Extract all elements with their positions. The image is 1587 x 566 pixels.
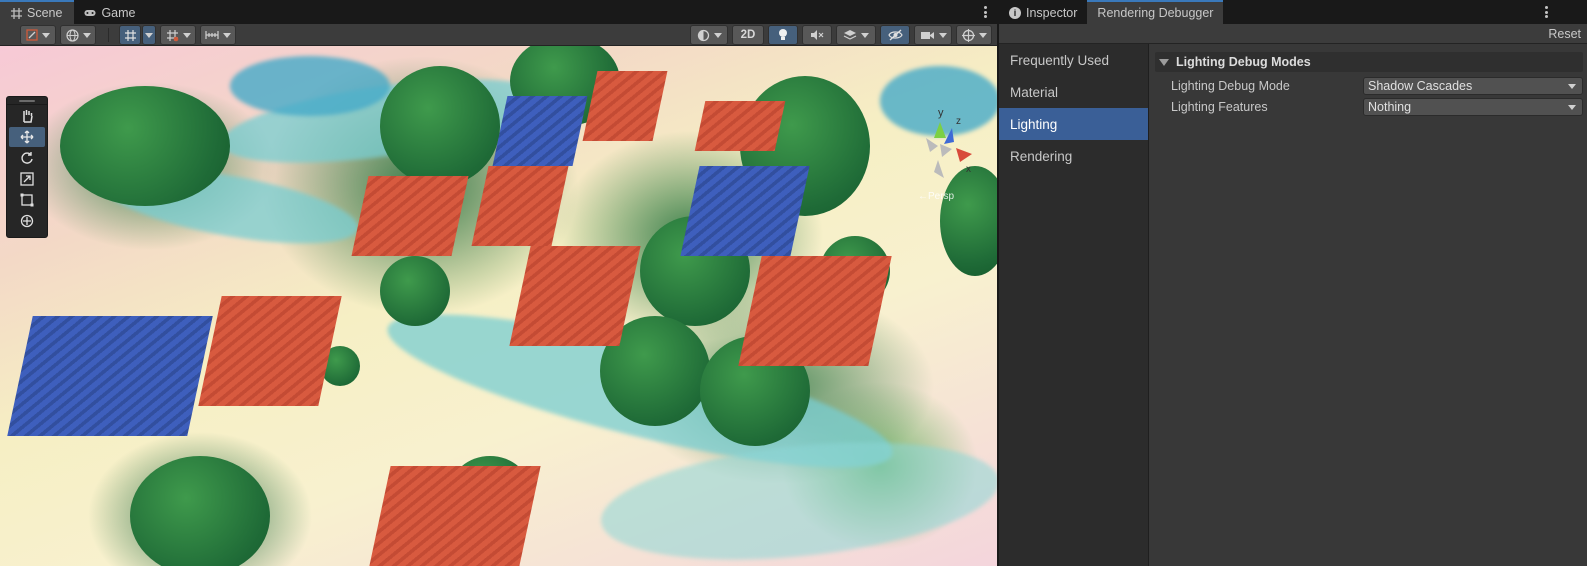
tool-handle-button[interactable] (20, 25, 56, 45)
increment-snap-button[interactable] (200, 25, 236, 45)
right-tabbar: i Inspector Rendering Debugger (999, 0, 1587, 24)
gizmo-y-label: y (938, 107, 944, 119)
gizmo-z-label: z (956, 116, 961, 127)
category-list: Frequently Used Material Lighting Render… (999, 44, 1149, 566)
pivot-icon (26, 29, 38, 41)
scene-tools-overlay (6, 96, 48, 238)
rotate-tool-icon[interactable] (9, 148, 45, 168)
tab-rendering-debugger-label: Rendering Debugger (1097, 6, 1214, 20)
lighting-features-dropdown[interactable]: Nothing (1363, 98, 1583, 116)
rect-tool-icon[interactable] (9, 190, 45, 210)
info-icon: i (1009, 7, 1021, 19)
grid-toggle-icon (166, 29, 178, 41)
scene-visibility-button[interactable] (880, 25, 910, 45)
lighting-debug-mode-label: Lighting Debug Mode (1171, 79, 1290, 93)
snap-grid-icon (124, 29, 136, 41)
orientation-gizmo[interactable]: y z x ←Persp (918, 104, 990, 214)
lighting-debug-mode-row: Lighting Debug Mode Shadow Cascades (1171, 76, 1583, 96)
hand-tool-icon[interactable] (9, 106, 45, 126)
lighting-debug-modes-foldout[interactable]: Lighting Debug Modes (1155, 52, 1583, 72)
grid-icon (10, 7, 22, 19)
lighting-debug-mode-value: Shadow Cascades (1368, 79, 1473, 93)
eye-hidden-icon (887, 29, 903, 41)
gamepad-icon (84, 7, 97, 19)
gizmo-x-label: x (966, 164, 971, 175)
lighting-debug-mode-dropdown[interactable]: Shadow Cascades (1363, 77, 1583, 95)
gizmos-button[interactable] (956, 25, 992, 45)
scene-toolbar: 2D (0, 24, 997, 46)
reset-button[interactable]: Reset (1546, 25, 1583, 43)
right-window-menu-icon[interactable] (1541, 4, 1551, 20)
grid-snapping-dropdown[interactable] (142, 25, 156, 45)
gizmo-projection-label[interactable]: ←Persp (918, 191, 955, 202)
transform-tool-icon[interactable] (9, 211, 45, 231)
lighting-features-row: Lighting Features Nothing (1171, 97, 1583, 117)
section-title: Lighting Debug Modes (1176, 55, 1311, 69)
scale-tool-icon[interactable] (9, 169, 45, 189)
category-lighting[interactable]: Lighting (999, 108, 1148, 140)
tab-inspector[interactable]: i Inspector (999, 2, 1087, 24)
scene-tabbar: Scene Game (0, 0, 997, 24)
grid-visibility-button[interactable] (160, 25, 196, 45)
tab-game-label: Game (101, 6, 136, 20)
scene-lighting-button[interactable] (768, 25, 798, 45)
scene-viewport[interactable]: y z x ←Persp (0, 46, 997, 566)
globe-icon (65, 28, 79, 42)
tab-scene-label: Scene (27, 6, 63, 20)
unity-editor: Scene Game 2D y z x ←Persp i Inspector R… (0, 0, 1587, 566)
gizmo-icon (961, 28, 975, 42)
category-frequently-used[interactable]: Frequently Used (999, 44, 1148, 76)
lighting-features-value: Nothing (1368, 100, 1412, 114)
category-rendering[interactable]: Rendering (999, 140, 1148, 172)
foldout-arrow-icon (1159, 58, 1169, 66)
tab-scene[interactable]: Scene (0, 0, 75, 24)
camera-icon (920, 31, 934, 39)
tab-game[interactable]: Game (74, 2, 147, 24)
draw-mode-button[interactable] (690, 25, 728, 45)
audio-mute-icon (811, 30, 824, 40)
lighting-panel: Lighting Debug Modes Lighting Debug Mode… (1149, 44, 1587, 566)
scene-camera-button[interactable] (914, 25, 952, 45)
toggle-2d-label: 2D (740, 29, 756, 41)
scene-effects-button[interactable] (836, 25, 876, 45)
scene-window-menu-icon[interactable] (980, 4, 990, 20)
scene-window: Scene Game 2D y z x ←Persp (0, 0, 997, 566)
tab-rendering-debugger[interactable]: Rendering Debugger (1087, 0, 1224, 24)
global-local-button[interactable] (60, 25, 96, 45)
dropdown-arrow-icon (1568, 84, 1576, 89)
shading-icon (697, 29, 709, 41)
scene-audio-button[interactable] (802, 25, 832, 45)
layers-icon (843, 30, 857, 40)
rendering-debugger-window: i Inspector Rendering Debugger Reset Fre… (997, 0, 1587, 566)
overlay-grip[interactable] (7, 97, 47, 105)
grid-snapping-button[interactable] (119, 25, 141, 45)
toggle-2d-button[interactable]: 2D (732, 25, 764, 45)
lighting-features-label: Lighting Features (1171, 100, 1268, 114)
move-tool-icon[interactable] (9, 127, 45, 147)
dropdown-arrow-icon (1568, 105, 1576, 110)
debugger-toolbar: Reset (999, 24, 1587, 44)
ruler-icon (205, 31, 219, 39)
lightbulb-icon (779, 29, 787, 40)
category-material[interactable]: Material (999, 76, 1148, 108)
tab-inspector-label: Inspector (1026, 6, 1078, 20)
